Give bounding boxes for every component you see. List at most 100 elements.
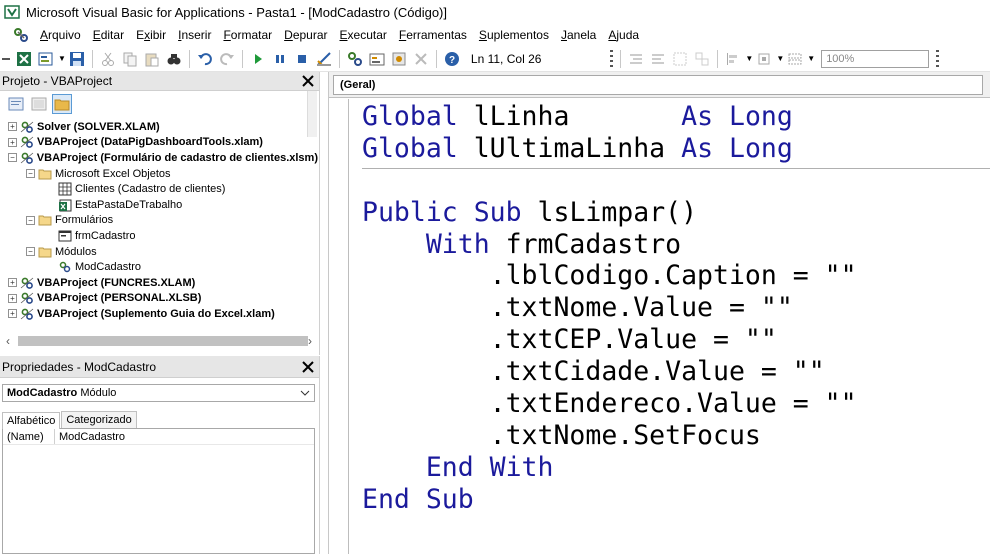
find-icon[interactable] bbox=[165, 50, 183, 68]
code-line[interactable]: With frmCadastro bbox=[362, 229, 990, 261]
toolbar-grip[interactable] bbox=[2, 49, 10, 69]
tree-item[interactable]: − Módulos bbox=[0, 244, 318, 260]
code-line[interactable]: End With bbox=[362, 452, 990, 484]
copy-icon[interactable] bbox=[121, 50, 139, 68]
expand-icon[interactable]: + bbox=[8, 122, 17, 132]
close-icon[interactable] bbox=[299, 72, 317, 90]
tree-item[interactable]: + VBAProject (DataPigDashboardTools.xlam) bbox=[0, 135, 318, 151]
object-browser-icon[interactable] bbox=[390, 50, 408, 68]
menu-suplementos[interactable]: Suplementos bbox=[473, 28, 555, 42]
properties-window-icon[interactable] bbox=[368, 50, 386, 68]
dropdown-arrow-icon[interactable]: ▼ bbox=[807, 54, 815, 63]
tree-item[interactable]: EstaPastaDeTrabalho bbox=[0, 197, 318, 213]
menu-executar[interactable]: Executar bbox=[334, 28, 393, 42]
code-keyword: As bbox=[681, 132, 714, 164]
menu-ferramentas[interactable]: Ferramentas bbox=[393, 28, 473, 42]
toggle-folders-icon[interactable] bbox=[52, 94, 72, 114]
project-explorer-icon[interactable] bbox=[346, 50, 364, 68]
help-icon[interactable]: ? bbox=[443, 50, 461, 68]
reset-icon[interactable] bbox=[293, 50, 311, 68]
group-icon[interactable] bbox=[671, 50, 689, 68]
menu-depurar[interactable]: Depurar bbox=[278, 28, 333, 42]
collapse-icon[interactable]: − bbox=[26, 247, 35, 257]
scroll-track[interactable] bbox=[18, 336, 308, 346]
vba-project-icon bbox=[20, 307, 34, 321]
tree-item[interactable]: Clientes (Cadastro de clientes) bbox=[0, 181, 318, 197]
object-combo[interactable]: (Geral) bbox=[333, 74, 983, 95]
panel-splitter[interactable] bbox=[320, 72, 328, 554]
code-line[interactable]: .txtEndereco.Value = "" bbox=[362, 388, 990, 420]
align-icon[interactable] bbox=[724, 50, 742, 68]
tree-item[interactable]: ModCadastro bbox=[0, 259, 318, 275]
vba-menu-icon[interactable] bbox=[12, 26, 30, 44]
run-icon[interactable] bbox=[249, 50, 267, 68]
tree-item[interactable]: frmCadastro bbox=[0, 228, 318, 244]
property-row[interactable]: (Name) ModCadastro bbox=[3, 429, 314, 445]
expand-icon[interactable]: + bbox=[8, 309, 17, 319]
cut-icon[interactable] bbox=[99, 50, 117, 68]
tree-item[interactable]: + VBAProject (PERSONAL.XLSB) bbox=[0, 291, 318, 307]
view-excel-icon[interactable] bbox=[15, 50, 33, 68]
property-value[interactable]: ModCadastro bbox=[55, 431, 125, 443]
menu-janela[interactable]: Janela bbox=[555, 28, 602, 42]
make-same-size-icon[interactable] bbox=[786, 50, 804, 68]
insert-userform-icon[interactable] bbox=[37, 50, 55, 68]
ungroup-icon[interactable] bbox=[693, 50, 711, 68]
menu-ajuda[interactable]: Ajuda bbox=[602, 28, 645, 42]
break-icon[interactable] bbox=[271, 50, 289, 68]
project-horizontal-scrollbar[interactable]: ‹ › bbox=[0, 332, 318, 350]
zoom-combo[interactable]: 100% bbox=[821, 49, 930, 68]
menu-arquivo[interactable]: Arquivo bbox=[34, 28, 87, 42]
object-selector[interactable]: ModCadastro Módulo bbox=[2, 384, 315, 402]
code-line[interactable]: End Sub bbox=[362, 484, 990, 516]
tree-item[interactable]: − Microsoft Excel Objetos bbox=[0, 166, 318, 182]
close-icon[interactable] bbox=[299, 358, 317, 376]
tab-alphabetic[interactable]: Alfabético bbox=[2, 412, 61, 429]
indent-icon[interactable] bbox=[627, 50, 645, 68]
view-object-icon[interactable] bbox=[29, 94, 49, 114]
tree-item[interactable]: − VBAProject (Formulário de cadastro de c… bbox=[0, 150, 318, 166]
scroll-left-icon[interactable]: ‹ bbox=[0, 334, 16, 348]
paste-icon[interactable] bbox=[143, 50, 161, 68]
code-line[interactable]: .txtNome.SetFocus bbox=[362, 420, 990, 452]
tree-item[interactable]: + VBAProject (FUNCRES.XLAM) bbox=[0, 275, 318, 291]
code-line[interactable]: Global lUltimaLinha As Long bbox=[362, 133, 990, 165]
view-code-icon[interactable] bbox=[6, 94, 26, 114]
expand-icon[interactable]: + bbox=[8, 278, 17, 288]
collapse-icon[interactable]: − bbox=[26, 215, 35, 225]
menu-formatar[interactable]: Formatar bbox=[217, 28, 278, 42]
tree-item[interactable]: + VBAProject (Suplemento Guia do Excel.xl… bbox=[0, 306, 318, 322]
tree-item[interactable]: + Solver (SOLVER.XLAM) bbox=[0, 119, 318, 135]
toolbox-icon[interactable] bbox=[412, 50, 430, 68]
center-icon[interactable] bbox=[755, 50, 773, 68]
code-line[interactable]: Public Sub lsLimpar() bbox=[362, 197, 990, 229]
folder-icon bbox=[38, 245, 52, 259]
code-line[interactable]: .txtNome.Value = "" bbox=[362, 292, 990, 324]
collapse-icon[interactable]: − bbox=[8, 153, 17, 163]
code-line[interactable]: .txtCEP.Value = "" bbox=[362, 324, 990, 356]
toolbar-grip[interactable] bbox=[933, 49, 941, 69]
code-line[interactable]: .txtCidade.Value = "" bbox=[362, 356, 990, 388]
undo-icon[interactable] bbox=[196, 50, 214, 68]
dropdown-arrow-icon[interactable]: ▼ bbox=[745, 54, 753, 63]
redo-icon[interactable] bbox=[218, 50, 236, 68]
tab-categorized[interactable]: Categorizado bbox=[61, 411, 137, 428]
scroll-thumb[interactable] bbox=[18, 336, 308, 346]
menu-exibir[interactable]: Exibir bbox=[130, 28, 172, 42]
expand-icon[interactable]: + bbox=[8, 293, 17, 303]
design-mode-icon[interactable] bbox=[315, 50, 333, 68]
outdent-icon[interactable] bbox=[649, 50, 667, 68]
code-editor[interactable]: Global lLinha As Long Global lUltimaLinha… bbox=[362, 101, 990, 554]
menu-inserir[interactable]: Inserir bbox=[172, 28, 217, 42]
dropdown-arrow-icon[interactable]: ▼ bbox=[776, 54, 784, 63]
code-line[interactable]: .lblCodigo.Caption = "" bbox=[362, 260, 990, 292]
code-margin-indicator-bar[interactable] bbox=[329, 99, 349, 554]
code-line[interactable]: Global lLinha As Long bbox=[362, 101, 990, 133]
dropdown-arrow-icon[interactable]: ▼ bbox=[58, 54, 66, 63]
menu-editar[interactable]: Editar bbox=[87, 28, 130, 42]
tree-item[interactable]: − Formulários bbox=[0, 213, 318, 229]
expand-icon[interactable]: + bbox=[8, 137, 17, 147]
collapse-icon[interactable]: − bbox=[26, 169, 35, 179]
toolbar-grip[interactable] bbox=[607, 49, 615, 69]
save-icon[interactable] bbox=[68, 50, 86, 68]
